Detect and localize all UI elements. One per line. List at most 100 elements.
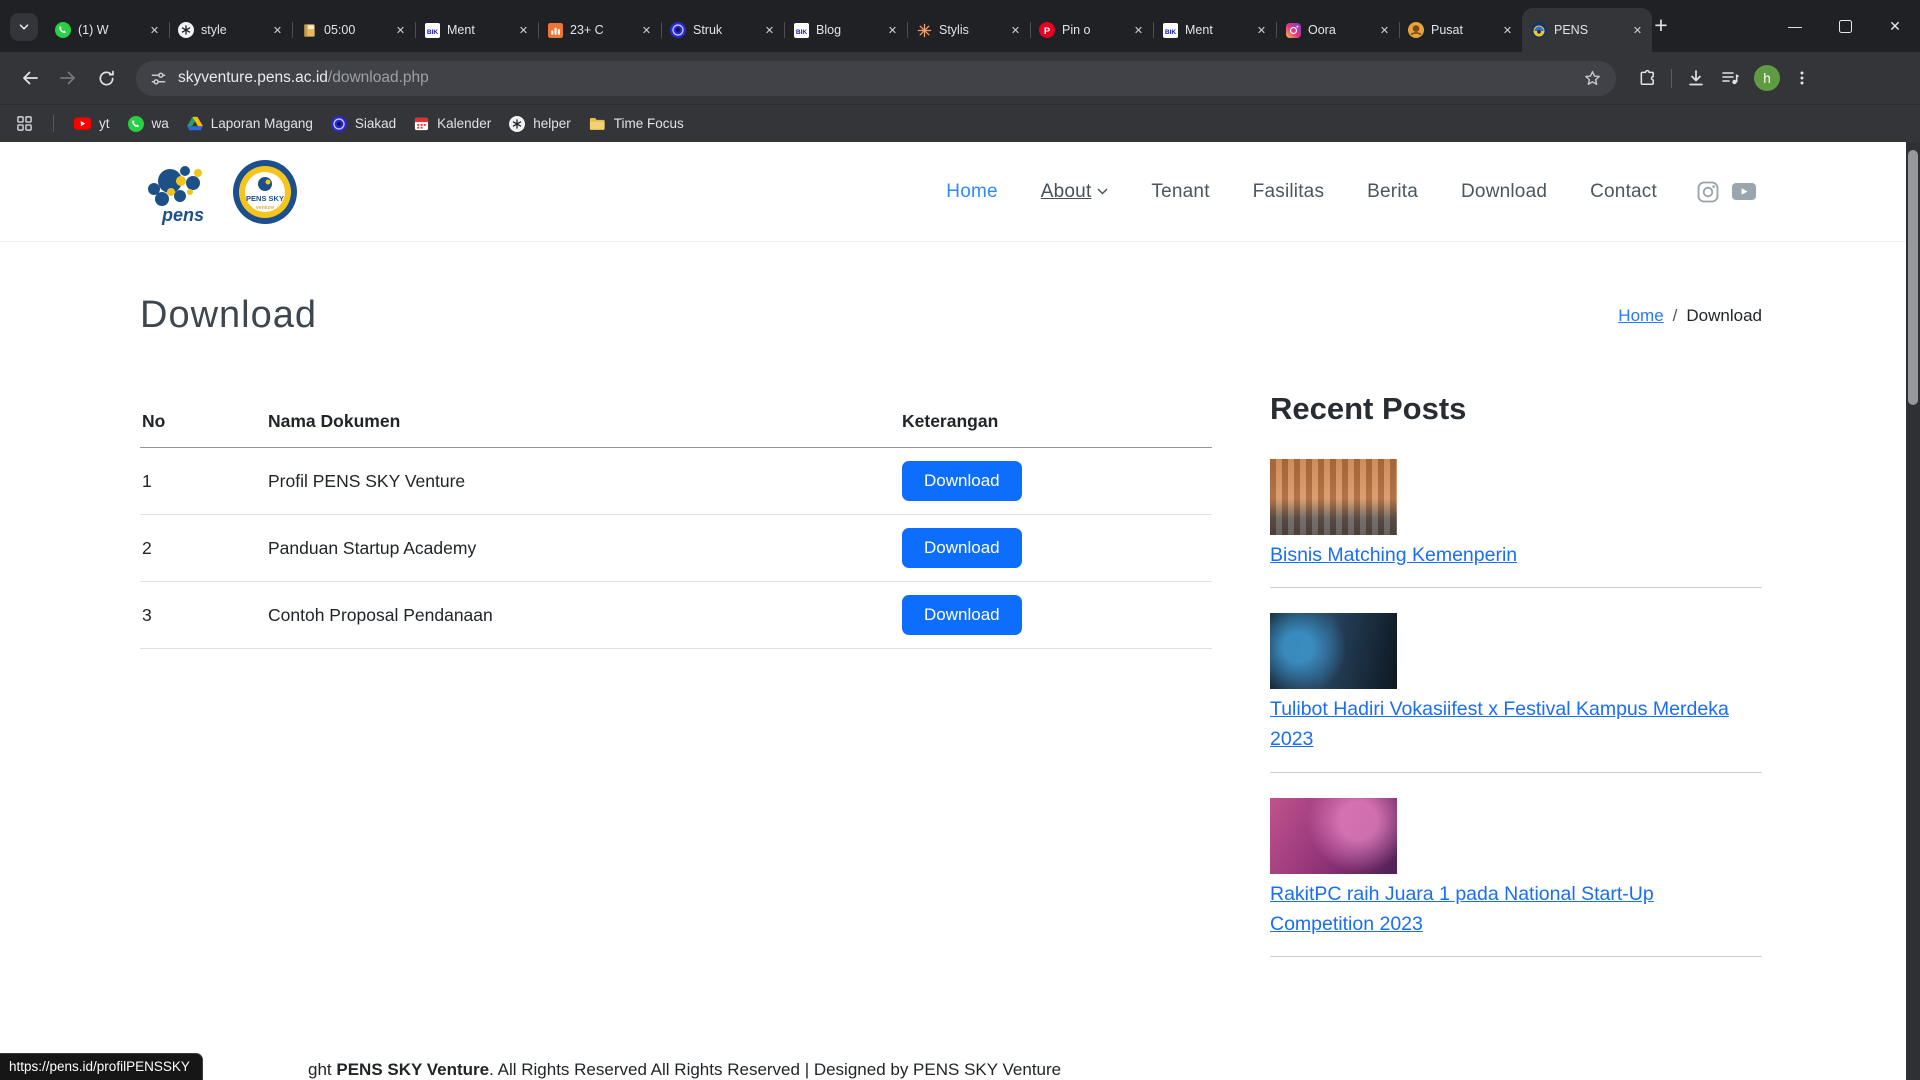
- breadcrumb-home-link[interactable]: Home: [1618, 306, 1663, 326]
- post-thumbnail[interactable]: [1270, 459, 1397, 535]
- bookmark-siakad[interactable]: Siakad: [331, 116, 396, 132]
- post-divider: [1270, 587, 1762, 588]
- profile-avatar[interactable]: h: [1754, 65, 1780, 91]
- browser-tab[interactable]: BIK Blog ✕: [784, 8, 907, 52]
- back-button[interactable]: [14, 62, 46, 94]
- nav-download[interactable]: Download: [1461, 181, 1547, 203]
- menu-kebab-icon[interactable]: [1794, 70, 1810, 86]
- instagram-icon: [1285, 22, 1301, 38]
- tab-title: Blog: [816, 23, 877, 37]
- browser-tab-active[interactable]: PENS ✕: [1522, 8, 1652, 52]
- instagram-icon[interactable]: [1697, 181, 1719, 203]
- browser-tab[interactable]: BIK Ment ✕: [1153, 8, 1276, 52]
- nav-berita[interactable]: Berita: [1367, 181, 1418, 203]
- downloads-icon[interactable]: [1686, 68, 1706, 88]
- nav-home[interactable]: Home: [946, 181, 997, 203]
- maximize-button[interactable]: [1820, 0, 1870, 52]
- browser-tab[interactable]: Pusat ✕: [1399, 8, 1522, 52]
- bookmark-helper[interactable]: helper: [509, 116, 571, 132]
- post-link[interactable]: Tulibot Hadiri Vokasiifest x Festival Ka…: [1270, 694, 1762, 754]
- tab-close-icon[interactable]: ✕: [1499, 22, 1516, 39]
- browser-tab[interactable]: Oora ✕: [1276, 8, 1399, 52]
- doc-name: Profil PENS SKY Venture: [266, 448, 900, 515]
- browser-tab[interactable]: 23+ C ✕: [538, 8, 661, 52]
- url-text: skyventure.pens.ac.id/download.php: [178, 69, 429, 87]
- chevron-down-icon: [1097, 188, 1108, 195]
- tab-close-icon[interactable]: ✕: [146, 22, 163, 39]
- tab-close-icon[interactable]: ✕: [269, 22, 286, 39]
- tab-title: Struk: [693, 23, 754, 37]
- browser-tab[interactable]: BIK Ment ✕: [415, 8, 538, 52]
- bookmark-wa[interactable]: wa: [128, 116, 169, 132]
- tab-title: 23+ C: [570, 23, 631, 37]
- tab-close-icon[interactable]: ✕: [1007, 22, 1024, 39]
- scrollbar-thumb[interactable]: [1908, 150, 1918, 405]
- download-button[interactable]: Download: [902, 528, 1022, 568]
- browser-tab[interactable]: style ✕: [169, 8, 292, 52]
- site-logos[interactable]: pens PENS SKY venture: [140, 159, 298, 225]
- apps-grid-icon[interactable]: [16, 115, 33, 132]
- youtube-icon[interactable]: [1732, 183, 1756, 201]
- nav-tenant[interactable]: Tenant: [1151, 181, 1209, 203]
- post-thumbnail[interactable]: [1270, 798, 1397, 874]
- tab-close-icon[interactable]: ✕: [1130, 22, 1147, 39]
- nav-contact[interactable]: Contact: [1590, 181, 1657, 203]
- bookmark-star-icon[interactable]: [1583, 69, 1602, 88]
- tab-title: Ment: [1185, 23, 1246, 37]
- post-link[interactable]: Bisnis Matching Kemenperin: [1270, 540, 1762, 570]
- media-playlist-icon[interactable]: [1720, 68, 1740, 88]
- browser-tab[interactable]: Stylis ✕: [907, 8, 1030, 52]
- bookmark-laporan-magang[interactable]: Laporan Magang: [187, 116, 313, 131]
- forward-button[interactable]: [52, 62, 84, 94]
- svg-text:BIK: BIK: [426, 28, 438, 35]
- address-bar[interactable]: skyventure.pens.ac.id/download.php: [136, 61, 1616, 96]
- post-link[interactable]: RakitPC raih Juara 1 pada National Start…: [1270, 879, 1762, 939]
- reload-button[interactable]: [90, 62, 122, 94]
- new-tab-button[interactable]: +: [1646, 10, 1676, 40]
- nav-about[interactable]: About: [1041, 181, 1109, 203]
- bookmark-time-focus[interactable]: Time Focus: [589, 116, 684, 131]
- tab-close-icon[interactable]: ✕: [1376, 22, 1393, 39]
- svg-text:BIK: BIK: [795, 28, 807, 35]
- site-settings-icon[interactable]: [150, 70, 167, 87]
- chatgpt-icon: [178, 22, 194, 38]
- tab-close-icon[interactable]: ✕: [1629, 22, 1646, 39]
- recent-posts-title: Recent Posts: [1270, 391, 1762, 427]
- tab-title: 05:00: [324, 23, 385, 37]
- post-thumbnail[interactable]: [1270, 613, 1397, 689]
- toolbar-divider: [1671, 69, 1672, 88]
- browser-tab[interactable]: P Pin o ✕: [1030, 8, 1153, 52]
- nav-fasilitas[interactable]: Fasilitas: [1253, 181, 1324, 203]
- bookmark-kalender[interactable]: Kalender: [414, 116, 491, 131]
- browser-tab[interactable]: Struk ✕: [661, 8, 784, 52]
- column-header-keterangan: Keterangan: [900, 401, 1212, 448]
- browser-tab[interactable]: (1) W ✕: [46, 8, 169, 52]
- status-url-bubble: https://pens.id/profilPENSSKY: [0, 1053, 203, 1080]
- google-drive-icon: [187, 116, 203, 130]
- tab-close-icon[interactable]: ✕: [761, 22, 778, 39]
- tab-close-icon[interactable]: ✕: [515, 22, 532, 39]
- download-button[interactable]: Download: [902, 461, 1022, 501]
- pens-sky-icon: [1531, 22, 1547, 38]
- bookmarks-divider: [53, 115, 54, 132]
- browser-tab[interactable]: 05:00 ✕: [292, 8, 415, 52]
- download-button[interactable]: Download: [902, 595, 1022, 635]
- bookmark-label: Laporan Magang: [211, 116, 313, 131]
- recent-posts-sidebar: Recent Posts Bisnis Matching Kemenperin …: [1270, 391, 1762, 982]
- extensions-icon[interactable]: [1638, 69, 1657, 88]
- pinterest-icon: P: [1039, 22, 1055, 38]
- tab-close-icon[interactable]: ✕: [1253, 22, 1270, 39]
- minimize-button[interactable]: —: [1770, 0, 1820, 52]
- tab-close-icon[interactable]: ✕: [638, 22, 655, 39]
- bookmark-label: wa: [152, 116, 169, 131]
- tab-close-icon[interactable]: ✕: [884, 22, 901, 39]
- close-window-button[interactable]: ✕: [1870, 0, 1920, 52]
- bookmark-yt[interactable]: yt: [74, 116, 110, 131]
- gold-badge-icon: [1408, 22, 1424, 38]
- svg-text:P: P: [1044, 26, 1051, 37]
- recent-post: Bisnis Matching Kemenperin: [1270, 459, 1762, 570]
- tab-search-button[interactable]: [10, 13, 38, 41]
- tab-close-icon[interactable]: ✕: [392, 22, 409, 39]
- page-scrollbar[interactable]: [1906, 142, 1920, 1080]
- whatsapp-icon: [128, 116, 144, 132]
